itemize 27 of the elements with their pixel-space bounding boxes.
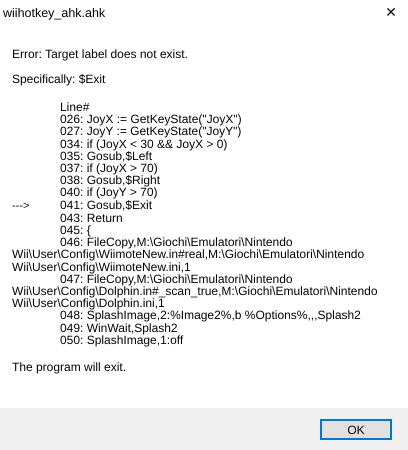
code-line: Wii\User\Config\Dolphin.in#_scan_true,M:\Giochi\Emulatori\Nintendo (12, 285, 378, 298)
ok-button[interactable]: OK (320, 419, 392, 440)
code-line: 034: if (JoyX < 30 && JoyX > 0) (60, 138, 228, 150)
code-line: 047: FileCopy,M:\Giochi\Emulatori\Nintendo (60, 272, 293, 286)
code-line: 043: Return (60, 212, 123, 224)
current-line-marker: ---> (12, 200, 30, 212)
code-line: 038: Gosub,$Right (60, 174, 160, 186)
error-message: Error: Target label does not exist. (12, 48, 189, 61)
close-button[interactable]: ✕ (374, 0, 408, 26)
code-line: 027: JoyY := GetKeyState("JoyY") (60, 125, 242, 138)
code-line: 026: JoyX := GetKeyState("JoyX") (60, 113, 242, 126)
code-line: 040: if (JoyY > 70) (60, 186, 158, 199)
code-line: Wii\User\Config\WiimoteNew.ini,1 (12, 260, 191, 273)
label-detail: Specifically: $Exit (12, 73, 106, 86)
code-line: 041: Gosub,$Exit (60, 198, 152, 212)
window-title: wiihotkey_ahk.ahk (3, 6, 106, 20)
code-line: 045: { (60, 224, 91, 236)
column-header: Line# (60, 101, 90, 114)
code-line: 046: FileCopy,M:\Giochi\Emulatori\Nintendo (60, 236, 293, 248)
code-line: 048: SplashImage,2:%Image2%,b %Options%,,,Splash2 (60, 309, 361, 322)
code-line: 050: SplashImage,1:off (60, 334, 184, 346)
code-line: 035: Gosub,$Left (60, 150, 152, 162)
code-line: 049: WinWait,Splash2 (60, 322, 178, 334)
code-line: 037: if (JoyX > 70) (60, 162, 158, 174)
code-line: Wii\User\Config\WiimoteNew.in#real,M:\Giochi\Emulatori\Nintendo (12, 248, 364, 261)
code-line: Wii\User\Config\Dolphin.ini,1 (12, 297, 165, 310)
exit-message: The program will exit. (12, 361, 128, 374)
